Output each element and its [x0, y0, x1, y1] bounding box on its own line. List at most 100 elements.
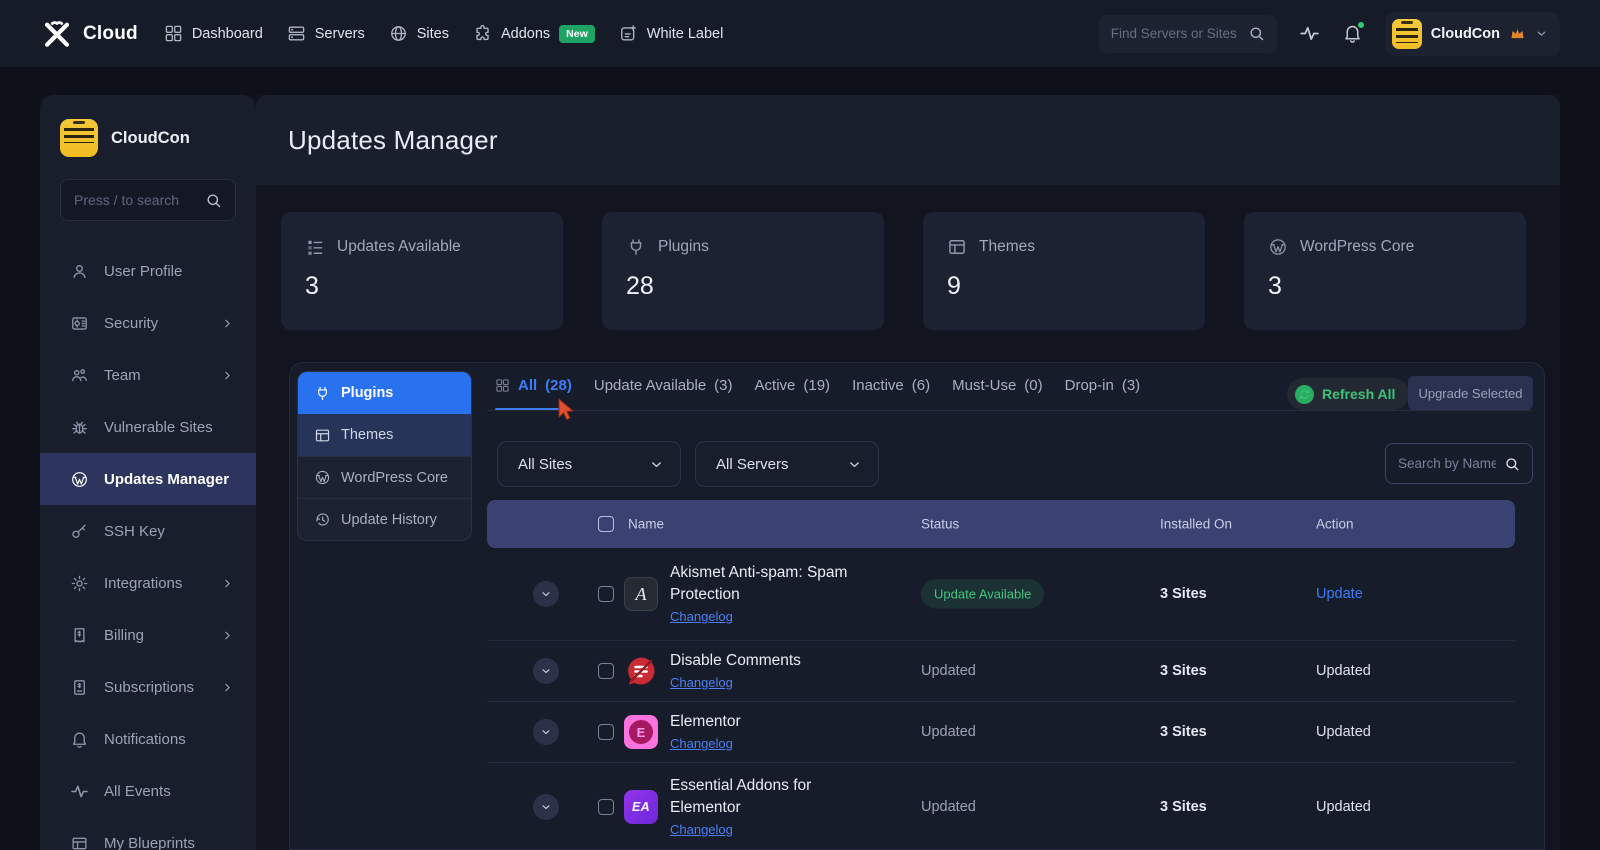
global-search-input[interactable] [1110, 26, 1240, 41]
select-all-checkbox[interactable] [598, 516, 614, 532]
update-link[interactable]: Update [1316, 586, 1363, 602]
sidebar-item-security[interactable]: Security [40, 297, 256, 349]
filter-tab-active[interactable]: Active (19) [755, 377, 831, 394]
action-text: Updated [1316, 663, 1371, 679]
brand-logo[interactable]: Cloud [40, 17, 138, 51]
search-icon [1248, 25, 1265, 42]
sidebar-item-label: SSH Key [104, 522, 165, 540]
plugin-name: Elementor [670, 713, 741, 730]
filter-count: (6) [911, 377, 931, 394]
new-badge: New [559, 24, 595, 43]
wordpress-icon [1268, 237, 1288, 257]
filter-tab-must-use[interactable]: Must-Use (0) [952, 377, 1043, 394]
table-search[interactable] [1385, 443, 1533, 484]
filter-tab-update-available[interactable]: Update Available (3) [594, 377, 733, 394]
sidebar-item-my-blueprints[interactable]: My Blueprints [40, 817, 256, 850]
upgrade-selected-button[interactable]: Upgrade Selected [1408, 376, 1533, 410]
sidebar-item-team[interactable]: Team [40, 349, 256, 401]
nav-sites[interactable]: Sites [389, 24, 449, 43]
filter-count: (0) [1024, 377, 1043, 394]
filter-label: Must-Use [952, 377, 1017, 394]
tabs-divider [487, 410, 1533, 411]
plugin-name: Akismet Anti-spam: Spam Protection [670, 564, 848, 603]
activity-icon[interactable] [1299, 23, 1320, 44]
changelog-link[interactable]: Changelog [670, 609, 733, 624]
tab-plugins[interactable]: Plugins [298, 372, 471, 414]
nav-servers[interactable]: Servers [287, 24, 365, 43]
stat-label: Updates Available [337, 238, 461, 255]
tab-themes[interactable]: Themes [298, 414, 471, 456]
expand-row-button[interactable] [533, 794, 559, 820]
workspace-avatar [60, 119, 98, 157]
filter-tab-drop-in[interactable]: Drop-in (3) [1065, 377, 1141, 394]
tab-wordpress-core[interactable]: WordPress Core [298, 456, 471, 498]
plug-icon [626, 237, 646, 257]
essential-addons-plugin-icon: EA [624, 790, 658, 824]
expand-row-button[interactable] [533, 658, 559, 684]
nav-white-label[interactable]: White Label [619, 24, 724, 43]
action-text: Updated [1316, 799, 1371, 815]
expand-row-button[interactable] [533, 719, 559, 745]
changelog-link[interactable]: Changelog [670, 675, 733, 690]
filter-label: Inactive [852, 377, 904, 394]
expand-row-button[interactable] [533, 581, 559, 607]
globe-icon [389, 24, 408, 43]
table-search-input[interactable] [1398, 456, 1496, 471]
sidebar-item-label: Billing [104, 626, 145, 644]
row-checkbox[interactable] [598, 724, 614, 740]
account-name: CloudCon [1430, 25, 1500, 42]
row-checkbox[interactable] [598, 586, 614, 602]
filter-tab-inactive[interactable]: Inactive (6) [852, 377, 930, 394]
refresh-all-button[interactable]: Refresh All [1287, 378, 1410, 410]
nav-servers-label: Servers [314, 25, 365, 42]
installed-on-value: 3 Sites [1160, 663, 1207, 679]
sidebar-item-vulnerable-sites[interactable]: Vulnerable Sites [40, 401, 256, 453]
nav-dashboard[interactable]: Dashboard [164, 24, 263, 43]
sidebar-item-all-events[interactable]: All Events [40, 765, 256, 817]
chevron-right-icon [221, 317, 234, 330]
xcloud-logo-icon [40, 17, 74, 51]
nav-addons[interactable]: Addons New [473, 24, 595, 43]
filter-tab-all[interactable]: All (28) [495, 377, 572, 394]
chevron-down-icon [540, 665, 552, 677]
sidebar-item-user-profile[interactable]: User Profile [40, 245, 256, 297]
stat-card-plugins: Plugins 28 [602, 212, 884, 330]
chevron-right-icon [221, 577, 234, 590]
stat-card-themes: Themes 9 [923, 212, 1205, 330]
sidebar-search-input[interactable] [74, 192, 197, 208]
row-checkbox[interactable] [598, 799, 614, 815]
account-menu[interactable]: CloudCon [1384, 11, 1560, 56]
filter-tabs: All (28) Update Available (3) Active (19… [495, 377, 1140, 394]
sidebar-item-integrations[interactable]: Integrations [40, 557, 256, 609]
changelog-link[interactable]: Changelog [670, 736, 733, 751]
chevron-down-icon [649, 457, 664, 472]
nav-white-label-label: White Label [646, 25, 724, 42]
sidebar-item-billing[interactable]: Billing [40, 609, 256, 661]
avatar [1391, 18, 1422, 49]
sidebar-menu: User Profile Security Team Vulnerable Si… [40, 245, 256, 850]
notifications-button[interactable] [1342, 20, 1366, 44]
elementor-plugin-icon: E [624, 715, 658, 749]
workspace-header[interactable]: CloudCon [40, 95, 256, 157]
column-action: Action [1316, 516, 1354, 532]
global-search[interactable] [1098, 14, 1277, 53]
row-checkbox[interactable] [598, 663, 614, 679]
tab-update-history[interactable]: Update History [298, 498, 471, 540]
servers-filter-select[interactable]: All Servers [695, 441, 879, 487]
installed-on-value: 3 Sites [1160, 724, 1207, 740]
sidebar-item-ssh-key[interactable]: SSH Key [40, 505, 256, 557]
dashboard-icon [164, 24, 183, 43]
wordpress-icon [314, 469, 331, 486]
sites-filter-select[interactable]: All Sites [497, 441, 681, 487]
table-row: E Elementor Changelog Updated 3 Sites Up… [487, 702, 1515, 763]
sidebar-item-notifications[interactable]: Notifications [40, 713, 256, 765]
plugin-name: Essential Addons for Elementor [670, 777, 812, 816]
sidebar-item-subscriptions[interactable]: Subscriptions [40, 661, 256, 713]
changelog-link[interactable]: Changelog [670, 822, 733, 837]
sidebar-search[interactable] [60, 179, 236, 221]
chevron-down-icon [540, 801, 552, 813]
grid-icon [495, 378, 510, 393]
installed-on-value: 3 Sites [1160, 799, 1207, 815]
sidebar-item-updates-manager[interactable]: Updates Manager [40, 453, 256, 505]
stat-value: 3 [305, 272, 319, 300]
